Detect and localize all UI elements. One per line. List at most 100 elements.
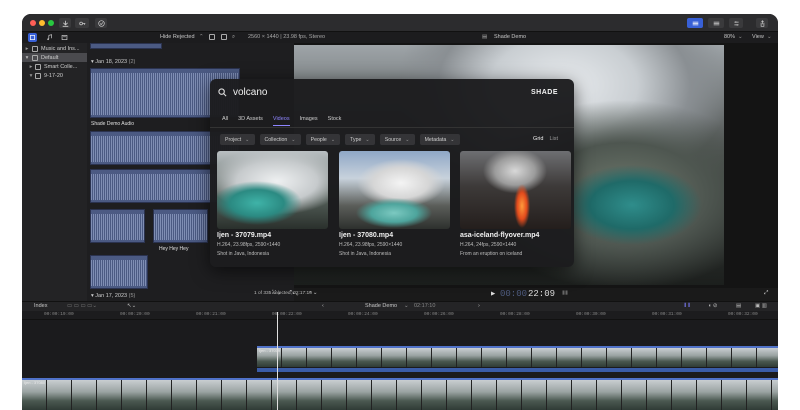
title-bar <box>22 14 778 32</box>
timeline-clip-primary[interactable]: Ijen - 37080 <box>22 378 778 410</box>
tab-all[interactable]: All <box>222 116 228 126</box>
sliders-icon <box>733 20 739 26</box>
back-arrow-icon[interactable]: ‹ <box>322 303 324 309</box>
timeline-toolbar: Index ▭ ▭ ▭ ▭⌄ ↖⌄ ‹ Shade Demo ⌄ 02:17:1… <box>22 301 778 311</box>
zoom-dropdown[interactable]: 80% <box>724 34 735 40</box>
clip-thumbnail[interactable] <box>90 43 162 49</box>
clip-thumbnail[interactable] <box>90 209 145 243</box>
search-icon[interactable]: ⌕ <box>232 34 235 41</box>
clip-thumbnail[interactable] <box>90 255 148 289</box>
hide-rejected-dropdown[interactable]: Hide Rejected <box>160 34 195 40</box>
filter-people[interactable]: People ⌄ <box>305 134 341 145</box>
sidebar-item-event[interactable]: ▾ 9-17-20 <box>22 71 87 80</box>
layout-browser-toggle[interactable] <box>687 18 703 28</box>
result-description: Shot in Java, Indonesia <box>339 251 391 257</box>
result-meta: H.264, 24fps, 2590×1440 <box>460 242 517 248</box>
filter-source[interactable]: Source ⌄ <box>379 134 415 145</box>
date-group-header[interactable]: ▾ Jan 18, 2023 (2) <box>91 59 135 65</box>
timeline-project-dropdown[interactable]: Shade Demo <box>365 303 397 309</box>
audio-skimming-icon[interactable]: ◖ ⊘ <box>708 303 717 309</box>
folder-icon <box>32 45 38 52</box>
layout-timeline-toggle[interactable] <box>708 18 724 28</box>
video-thumbnail[interactable] <box>217 151 328 229</box>
sidebar-item-default[interactable]: ▾ Default <box>22 53 87 62</box>
forward-arrow-icon[interactable]: › <box>478 303 480 309</box>
transform-icon[interactable]: ⤡ ⌄ <box>290 290 299 297</box>
minimize-window-button[interactable] <box>39 20 45 26</box>
sidebar-item-smart-collections[interactable]: ▸ Smart Colle... <box>22 62 87 71</box>
filter-project[interactable]: Project ⌄ <box>220 134 255 145</box>
shade-logo: SHADE <box>530 89 558 96</box>
filter-label: Type <box>350 136 362 143</box>
import-button[interactable] <box>59 18 71 28</box>
date-label: Jan 17, 2023 <box>95 293 128 299</box>
format-info: 2560 × 1440 | 23.98 fps, Stereo <box>248 34 326 40</box>
tab-videos[interactable]: Videos <box>272 116 290 126</box>
result-card[interactable]: Ijen - 37079.mp4 H.264, 23.98fps, 2590×1… <box>217 151 328 257</box>
skimming-icon[interactable]: ⫴ ⫴ <box>684 303 690 310</box>
close-window-button[interactable] <box>30 20 36 26</box>
date-group-header[interactable]: ▾ Jan 17, 2023 (5) <box>91 293 135 299</box>
result-card[interactable]: Ijen - 37080.mp4 H.264, 23.98fps, 2590×1… <box>339 151 450 257</box>
disclosure-triangle-icon: ▸ <box>25 45 29 52</box>
clip-label: Shade Demo Audio <box>91 121 135 127</box>
timeline-ruler[interactable]: 00:00:19:00 00:00:20:00 00:00:21:00 00:0… <box>22 311 778 320</box>
tab-stock[interactable]: Stock <box>328 116 342 126</box>
timeline-clip-connected[interactable]: Ijen - 37079 <box>257 346 778 367</box>
filter-type[interactable]: Type ⌄ <box>345 134 375 145</box>
chevron-down-icon: ⌄ <box>450 136 455 143</box>
timeline-tracks: Ijen - 37079 Ijen - 37080 <box>22 320 778 410</box>
photos-audio-button[interactable] <box>45 33 54 42</box>
edit-buttons-icon[interactable]: ▭ ▭ ▭ ▭⌄ <box>67 303 97 309</box>
shade-search-field[interactable]: volcano <box>218 87 267 98</box>
grid-view-button[interactable]: Grid <box>533 136 543 142</box>
effects-browser-icon[interactable]: ▣ ▥ <box>755 303 767 309</box>
fullscreen-icon[interactable]: ⤢ <box>764 290 768 297</box>
crop-icon[interactable]: ⛶ ⌄ <box>272 290 280 297</box>
viewer-controls: 1 of 335 selected, 02:17:10 ⛶ ⌄ ⤡ ⌄ ◔ ⌄ … <box>254 288 778 301</box>
chevron-down-icon: ⌄ <box>405 136 410 143</box>
share-button[interactable] <box>756 18 768 28</box>
libraries-sidebar: ▸ Music and Ins... ▾ Default ▸ Smart Col… <box>22 43 87 301</box>
disclosure-triangle-icon: ▸ <box>29 63 33 70</box>
selection-status: 1 of 335 selected, 02:17:10 <box>254 291 312 296</box>
titles-generators-button[interactable] <box>60 33 69 42</box>
libraries-button[interactable] <box>28 33 37 42</box>
select-tool-icon[interactable]: ↖⌄ <box>127 303 136 309</box>
background-tasks-button[interactable] <box>95 18 107 28</box>
shade-search-panel: volcano SHADE All 3D Assets Videos Image… <box>210 79 574 267</box>
sidebar-item-label: Music and Ins... <box>41 45 80 52</box>
result-title: Ijen - 37080.mp4 <box>339 232 394 239</box>
filmstrip-icon <box>209 34 215 40</box>
final-cut-window: Hide Rejected ⌃ ⌕ 2560 × 1440 | 23.98 fp… <box>22 14 778 410</box>
keywords-button[interactable] <box>75 18 89 28</box>
clip-thumbnail[interactable] <box>153 209 208 243</box>
zoom-window-button[interactable] <box>48 20 54 26</box>
clip-appearance-button[interactable] <box>220 33 228 41</box>
index-button[interactable]: Index <box>34 303 47 309</box>
result-card[interactable]: asa-iceland-flyover.mp4 H.264, 24fps, 25… <box>460 151 571 257</box>
filmstrip-view-button[interactable] <box>208 33 216 41</box>
filter-label: Project <box>225 136 242 143</box>
layout-inspector-toggle[interactable] <box>729 18 743 28</box>
clip-audio-bar <box>257 368 778 372</box>
disclosure-triangle-icon: ▾ <box>25 54 29 61</box>
smart-folder-icon <box>35 63 41 70</box>
tab-3d-assets[interactable]: 3D Assets <box>238 116 263 126</box>
sidebar-item-music[interactable]: ▸ Music and Ins... <box>22 44 87 53</box>
playhead[interactable] <box>277 312 278 410</box>
tab-images[interactable]: Images <box>300 116 318 126</box>
filter-metadata[interactable]: Metadata ⌄ <box>419 134 460 145</box>
timecode-dim: 00:00 <box>500 289 528 299</box>
video-thumbnail[interactable] <box>460 151 571 229</box>
speed-icon[interactable]: ◔ ⌄ <box>308 290 317 296</box>
filter-collection[interactable]: Collection ⌄ <box>259 134 301 145</box>
list-view-button[interactable]: List <box>549 136 558 142</box>
video-thumbnail[interactable] <box>339 151 450 229</box>
play-icon[interactable]: ▶ <box>491 291 495 297</box>
group-count: (2) <box>128 59 136 65</box>
view-menu[interactable]: View <box>752 34 764 40</box>
clip-appearance-icon[interactable]: ▤ <box>736 303 741 309</box>
share-icon <box>760 19 764 27</box>
filter-label: Metadata <box>424 136 447 143</box>
